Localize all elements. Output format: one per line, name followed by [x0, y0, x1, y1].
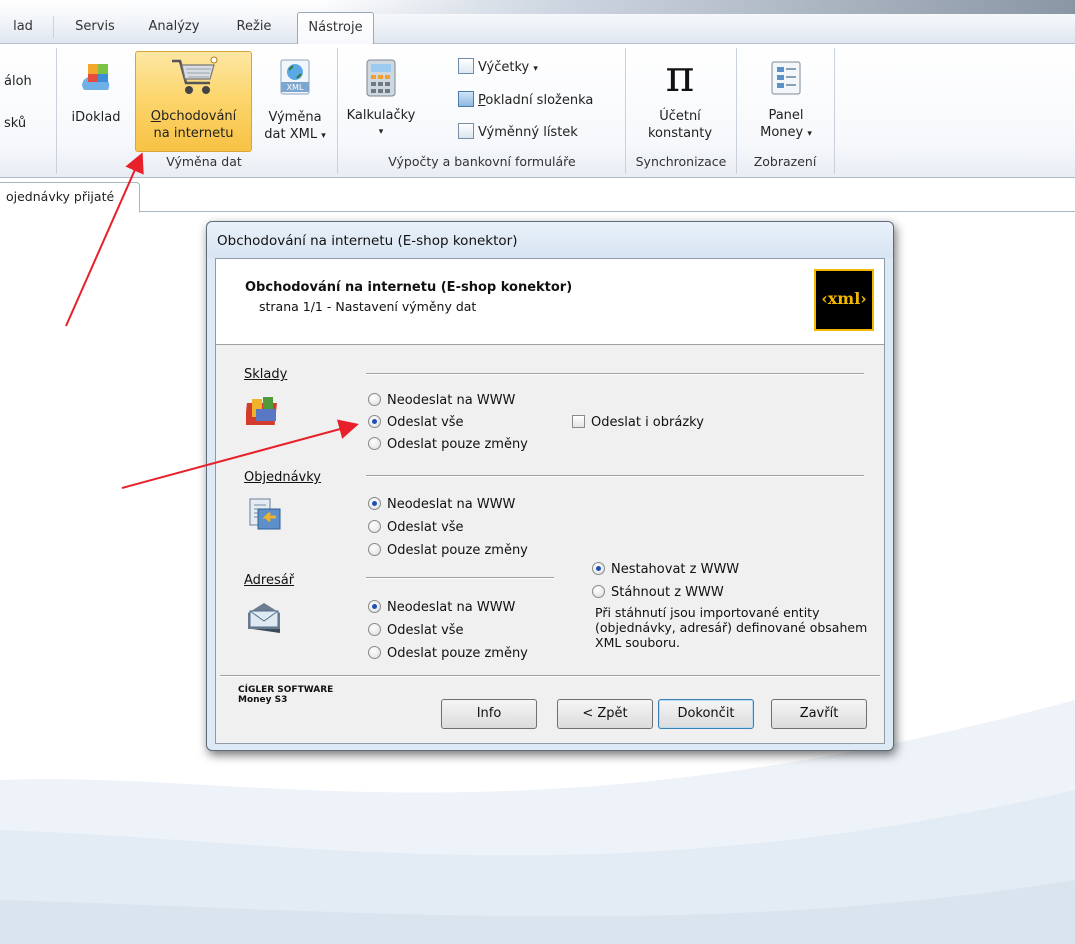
dropdown-arrow-icon: ▾	[378, 127, 384, 137]
sklady-option-0[interactable]: Neodeslat na WWW	[368, 391, 515, 411]
back-button[interactable]: < Zpět	[557, 699, 653, 729]
wizard-title: Obchodování na internetu (E-shop konekto…	[245, 280, 573, 295]
accounting-constants-button[interactable]: π Účetní konstanty	[628, 50, 732, 150]
dialog-client: Obchodování na internetu (E-shop konekto…	[215, 258, 885, 744]
tab-rezie[interactable]: Režie	[222, 12, 286, 44]
group-label-vymena: Výměna dat	[166, 154, 242, 169]
radio-selected-icon	[368, 415, 381, 428]
info-button[interactable]: Info	[441, 699, 537, 729]
vymenny-listek-button[interactable]: Výměnný lístek	[458, 123, 578, 143]
calculator-icon	[366, 59, 396, 97]
ribbon-partial-item-2[interactable]: sků	[4, 114, 26, 134]
eshop-connector-dialog: Obchodování na internetu (E-shop konekto…	[206, 221, 894, 751]
download-option-0[interactable]: Nestahovat z WWW	[592, 560, 739, 580]
finish-button[interactable]: Dokončit	[658, 699, 754, 729]
dropdown-arrow-icon: ▾	[807, 129, 812, 139]
brand-label: CÍGLER SOFTWARE Money S3	[238, 685, 334, 705]
group-label-sync: Synchronizace	[635, 154, 727, 169]
ribbon-partial-item-1[interactable]: áloh	[4, 72, 32, 92]
dialog-title: Obchodování na internetu (E-shop konekto…	[217, 233, 518, 249]
tab-nastroje[interactable]: Nástroje	[297, 12, 374, 45]
adresar-option-1[interactable]: Odeslat vše	[368, 621, 464, 641]
tab-objednavky-prijate[interactable]: ojednávky přijaté	[0, 182, 140, 213]
radio-selected-icon	[592, 562, 605, 575]
ribbon-tab-bar: lad Servis Analýzy Režie Nástroje	[0, 0, 1075, 45]
radio-icon	[592, 585, 605, 598]
idoklad-icon	[82, 64, 110, 90]
divider	[366, 475, 864, 477]
radio-icon	[368, 623, 381, 636]
radio-icon	[368, 520, 381, 533]
adresar-option-0[interactable]: Neodeslat na WWW	[368, 598, 515, 618]
orders-icon	[249, 498, 281, 530]
radio-icon	[368, 437, 381, 450]
dropdown-arrow-icon: ▾	[533, 64, 538, 74]
close-button[interactable]: Zavřít	[771, 699, 867, 729]
calculator-button[interactable]: Kalkulačky ▾	[340, 50, 422, 150]
shopping-cart-icon	[171, 56, 217, 94]
radio-icon	[368, 393, 381, 406]
tab-servis[interactable]: Servis	[62, 12, 128, 44]
objednavky-option-1[interactable]: Odeslat vše	[368, 518, 464, 538]
objednavky-option-0[interactable]: Neodeslat na WWW	[368, 495, 515, 515]
group-label-zobrazeni: Zobrazení	[753, 154, 817, 169]
section-label-sklady: Sklady	[244, 367, 288, 382]
payment-slip-icon	[458, 91, 474, 107]
divider	[366, 373, 864, 375]
svg-text:XML: XML	[287, 83, 304, 92]
divider	[366, 577, 554, 579]
radio-icon	[368, 646, 381, 659]
dropdown-arrow-icon: ▾	[321, 131, 326, 141]
section-label-adresar: Adresář	[244, 573, 295, 588]
panel-money-button[interactable]: Panel Money ▾	[740, 50, 832, 150]
tab-analyzy[interactable]: Analýzy	[136, 12, 212, 44]
list-icon	[458, 58, 474, 74]
download-note: Při stáhnutí jsou importované entity (ob…	[595, 605, 868, 650]
tab-uclad[interactable]: lad	[0, 12, 46, 44]
pokladni-slozenka-button[interactable]: Pokladní složenka	[458, 91, 593, 111]
xml-logo: ‹xml›	[814, 269, 874, 331]
panel-icon	[771, 61, 801, 95]
objednavky-option-2[interactable]: Odeslat pouze změny	[368, 541, 528, 561]
checkbox-icon	[572, 415, 585, 428]
address-book-icon	[248, 603, 280, 633]
wizard-subtitle: strana 1/1 - Nastavení výměny dat	[259, 299, 477, 314]
group-label-vypocty: Výpočty a bankovní formuláře	[388, 154, 576, 169]
send-images-checkbox[interactable]: Odeslat i obrázky	[572, 413, 704, 433]
xml-exchange-button[interactable]: XML Výměna dat XML ▾	[258, 50, 332, 150]
radio-selected-icon	[368, 497, 381, 510]
pi-icon: π	[665, 51, 695, 102]
radio-icon	[368, 543, 381, 556]
warehouse-icon	[246, 397, 277, 425]
ribbon-panel: áloh sků iDoklad Obchodování na internet…	[0, 44, 1075, 178]
radio-selected-icon	[368, 600, 381, 613]
section-label-objednavky: Objednávky	[244, 470, 322, 485]
sklady-option-1[interactable]: Odeslat vše	[368, 413, 464, 433]
wizard-header: Obchodování na internetu (E-shop konekto…	[216, 259, 884, 345]
vycetky-button[interactable]: Výčetky ▾	[458, 58, 538, 78]
idoklad-button[interactable]: iDoklad	[60, 50, 132, 150]
eshop-button[interactable]: Obchodování na internetu	[135, 51, 252, 152]
download-option-1[interactable]: Stáhnout z WWW	[592, 583, 724, 603]
sklady-option-2[interactable]: Odeslat pouze změny	[368, 435, 528, 455]
divider	[220, 675, 880, 677]
exchange-ticket-icon	[458, 123, 474, 139]
dialog-titlebar[interactable]: Obchodování na internetu (E-shop konekto…	[207, 222, 893, 258]
adresar-option-2[interactable]: Odeslat pouze změny	[368, 644, 528, 664]
document-tab-strip: ojednávky přijaté	[0, 178, 1075, 213]
xml-file-icon: XML	[280, 59, 310, 95]
